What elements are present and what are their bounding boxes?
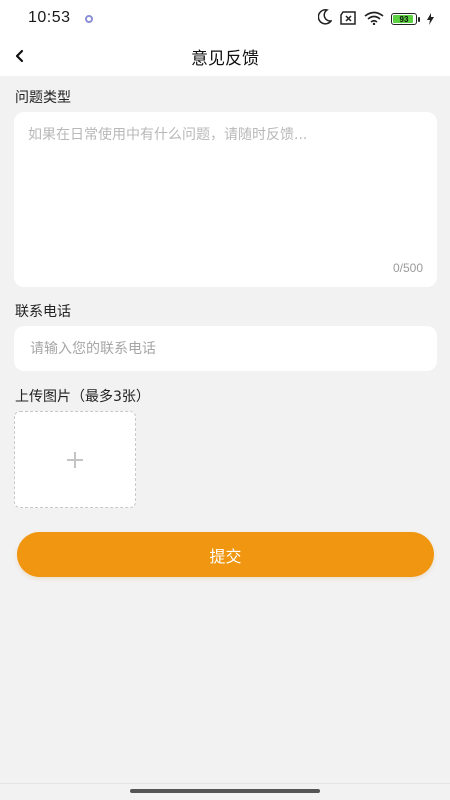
- wifi-icon: [364, 10, 384, 29]
- upload-label: 上传图片（最多3张）: [15, 389, 150, 405]
- status-icons: 93: [317, 9, 434, 29]
- nav-bar: 意见反馈: [0, 38, 450, 76]
- phone-card: [14, 326, 437, 371]
- home-indicator[interactable]: [130, 789, 320, 793]
- page-title: 意见反馈: [191, 49, 259, 69]
- status-bar: 10:53 93: [0, 0, 450, 38]
- battery-level: 93: [399, 14, 409, 24]
- char-counter: 0/500: [392, 261, 423, 275]
- bottom-divider: [0, 783, 450, 784]
- notification-dot-icon: [85, 15, 93, 23]
- plus-icon: [67, 451, 83, 468]
- moon-icon: [317, 9, 333, 29]
- upload-image-button[interactable]: [14, 411, 136, 508]
- battery-icon: 93: [391, 13, 417, 25]
- status-time: 10:53: [28, 9, 71, 26]
- feedback-card: 0/500: [14, 112, 437, 287]
- phone-label: 联系电话: [15, 304, 71, 320]
- submit-button[interactable]: 提交: [17, 532, 434, 577]
- question-type-label: 问题类型: [15, 90, 71, 106]
- battery-cap: [418, 16, 420, 22]
- header-area: 10:53 93 意见反馈: [0, 0, 450, 76]
- phone-input[interactable]: [30, 326, 421, 371]
- sim-off-icon: [339, 10, 357, 29]
- feedback-textarea[interactable]: [28, 124, 423, 254]
- charging-icon: [427, 10, 434, 29]
